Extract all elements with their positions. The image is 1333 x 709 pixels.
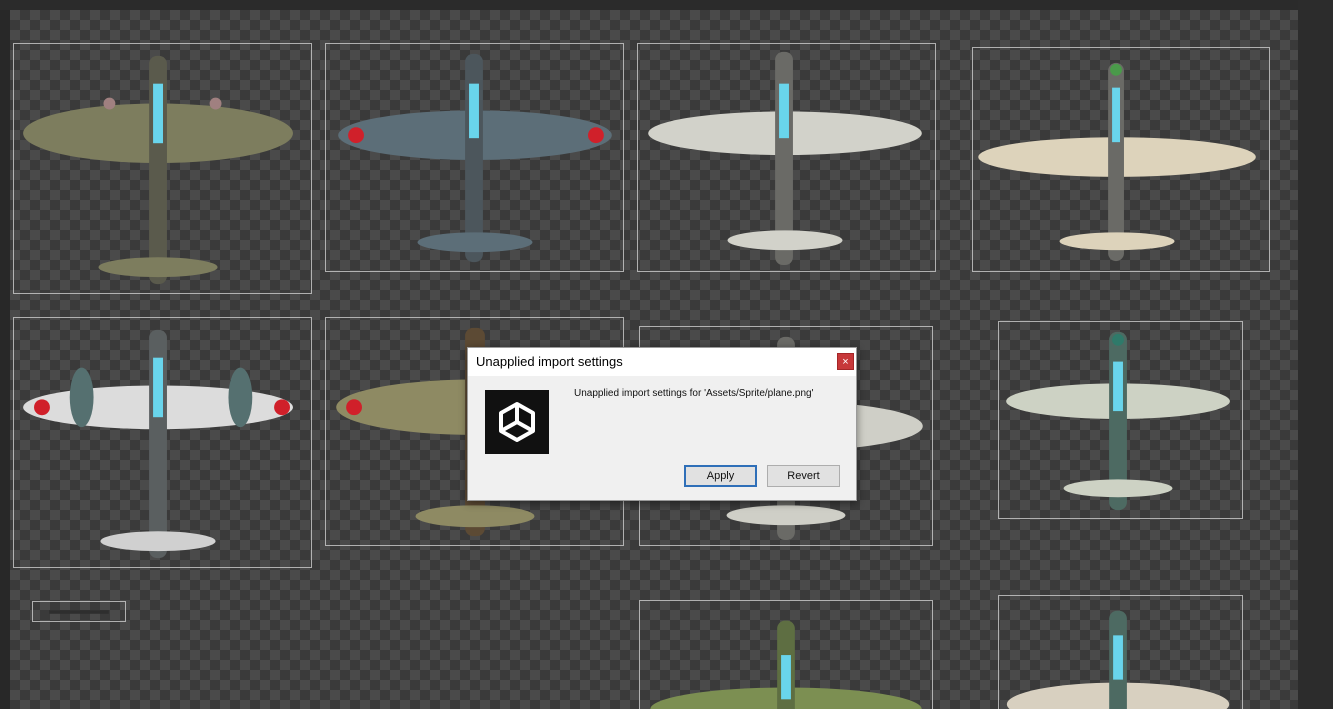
sprite-rect-plane-cream[interactable] [972, 47, 1270, 272]
unity-logo-icon [485, 390, 549, 454]
apply-button[interactable]: Apply [684, 465, 757, 487]
plane-sprite [1006, 331, 1230, 511]
sprite-rect-plane-small[interactable] [32, 601, 126, 622]
unapplied-import-settings-dialog: Unapplied import settings × Unapplied im… [467, 347, 857, 501]
close-button[interactable]: × [837, 353, 854, 370]
plane-sprite [338, 53, 612, 263]
sprite-rect-plane-white[interactable] [637, 43, 936, 272]
plane-sprite [23, 329, 293, 559]
dialog-title: Unapplied import settings [476, 354, 623, 369]
sprite-rect-plane-green[interactable] [639, 600, 933, 709]
plane-sprite [650, 620, 922, 709]
plane-sprite [49, 610, 109, 614]
sprite-rect-plane-cream-2[interactable] [998, 595, 1243, 709]
plane-sprite [1006, 610, 1230, 709]
sprite-rect-plane-green-white[interactable] [998, 321, 1243, 519]
top-bar [0, 0, 1333, 10]
dialog-message: Unapplied import settings for 'Assets/Sp… [574, 388, 814, 399]
sprite-rect-plane-white-red[interactable] [13, 317, 312, 568]
plane-sprite [648, 51, 922, 266]
sprite-rect-plane-blue-grey[interactable] [325, 43, 624, 272]
sprite-rect-plane-olive[interactable] [13, 43, 312, 294]
plane-sprite [978, 62, 1256, 262]
inspector-edge [1298, 0, 1333, 709]
revert-button[interactable]: Revert [767, 465, 840, 487]
dialog-titlebar[interactable]: Unapplied import settings × [468, 348, 856, 376]
plane-sprite [23, 55, 293, 285]
